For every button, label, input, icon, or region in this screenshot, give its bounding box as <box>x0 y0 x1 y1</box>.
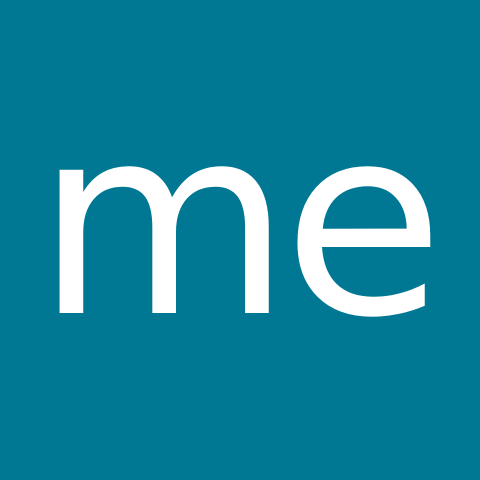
logo-text: me <box>36 70 436 375</box>
logo-wordmark: me <box>0 0 480 480</box>
logo-tile: me <box>0 0 480 480</box>
